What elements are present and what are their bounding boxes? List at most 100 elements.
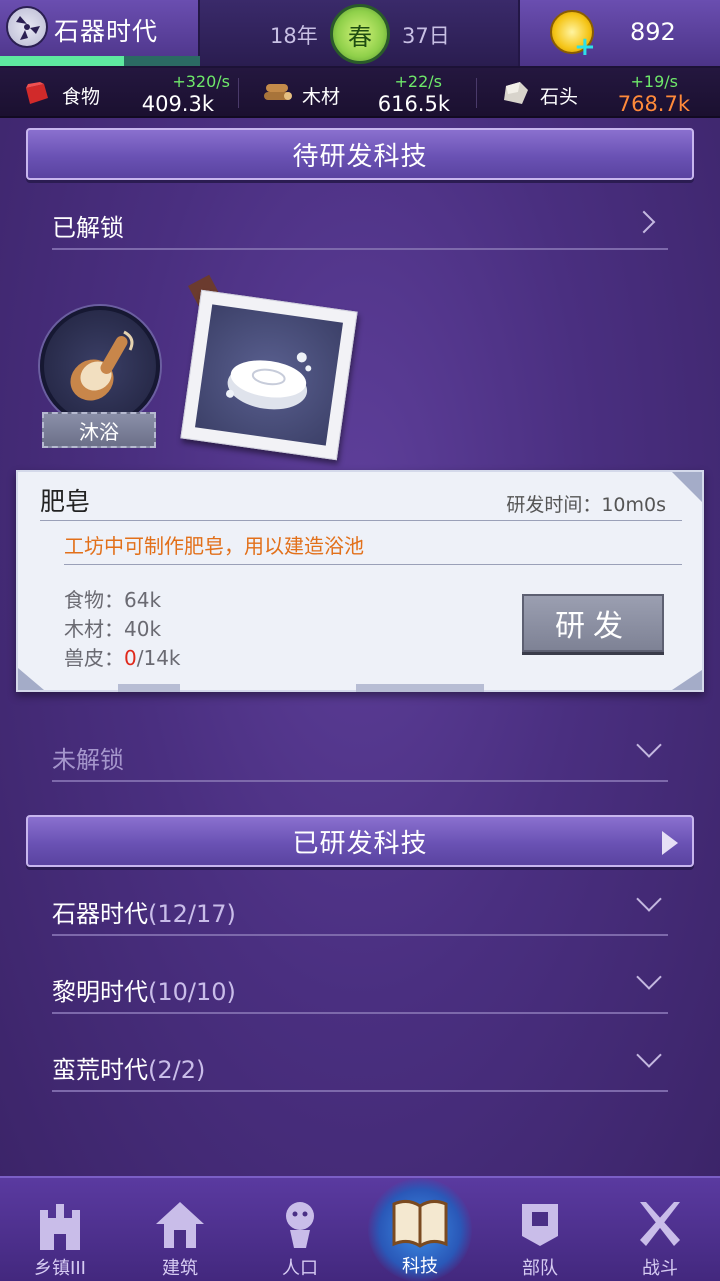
researched-tech-title: 已研发科技	[292, 828, 428, 859]
pending-tech-header[interactable]: 待研发科技	[26, 128, 694, 180]
divider	[40, 520, 682, 521]
cost-value: 40k	[124, 617, 162, 641]
divider	[64, 564, 682, 565]
resource-amount: 409.3k	[141, 92, 214, 116]
year-label: 18年	[270, 24, 318, 48]
castle-icon	[40, 1204, 80, 1250]
resource-stone[interactable]: 石头 +19/s 768.7k	[500, 68, 700, 118]
tech-detail-card: 肥皂 研发时间：10m0s 工坊中可制作肥皂，用以建造浴池 食物：64k 木材：…	[16, 470, 704, 692]
tech-photo-soap[interactable]	[180, 289, 358, 461]
resource-rate: +19/s	[630, 72, 679, 91]
resource-food[interactable]: 食物 +320/s 409.3k	[22, 68, 230, 118]
card-corner	[672, 472, 702, 502]
photo-frame	[195, 304, 343, 446]
chevron-right-icon	[632, 210, 656, 234]
resource-name: 食物	[62, 86, 101, 108]
chevron-down-icon	[636, 964, 662, 990]
era-row-name: 黎明时代	[52, 978, 148, 1006]
chevron-down-icon	[636, 886, 662, 912]
era-row-wild-age[interactable]: 蛮荒时代(2/2)	[52, 1042, 668, 1092]
cost-label: 食物：	[64, 588, 124, 612]
nav-label: 建筑	[162, 1258, 198, 1279]
era-progress-fill	[0, 56, 124, 66]
tech-description: 工坊中可制作肥皂，用以建造浴池	[64, 534, 364, 558]
era-row-count: (2/2)	[148, 1056, 206, 1084]
coin-count: 892	[630, 18, 676, 46]
meat-icon	[26, 82, 48, 104]
crossed-swords-icon	[640, 1202, 680, 1246]
locked-row[interactable]: 未解锁	[52, 732, 668, 782]
researched-tech-header[interactable]: 已研发科技	[26, 815, 694, 867]
stone-icon	[504, 82, 528, 104]
cost-label: 木材：	[64, 617, 124, 641]
chevron-down-icon	[636, 732, 662, 758]
tech-node-label: 沐浴	[42, 412, 156, 448]
divider	[476, 78, 477, 108]
resource-rate: +22/s	[394, 72, 443, 91]
triangle-right-icon	[662, 831, 678, 855]
resource-name: 石头	[540, 86, 579, 108]
add-coins-icon[interactable]: +	[574, 32, 596, 62]
era-row-label: 黎明时代(10/10)	[52, 972, 236, 1007]
cost-food: 食物：64k	[64, 584, 161, 613]
tech-title: 肥皂	[40, 487, 91, 516]
era-row-dawn-age[interactable]: 黎明时代(10/10)	[52, 964, 668, 1014]
locked-label: 未解锁	[52, 746, 124, 774]
nav-battle[interactable]: 战斗	[600, 1178, 720, 1281]
research-time: 研发时间：10m0s	[506, 494, 666, 516]
resource-amount: 616.5k	[377, 92, 450, 116]
card-corner	[672, 670, 702, 690]
person-icon	[286, 1202, 314, 1248]
chevron-down-icon	[636, 1042, 662, 1068]
cost-wood: 木材：40k	[64, 613, 161, 642]
cost-current: 0	[124, 646, 137, 670]
card-corner	[18, 668, 44, 690]
nav-technology[interactable]: 科技	[360, 1176, 480, 1281]
nav-label: 乡镇III	[34, 1258, 86, 1279]
resource-bar: 食物 +320/s 409.3k 木材 +22/s 616.5k 石头 +19/…	[0, 68, 720, 118]
tech-node-bath[interactable]	[40, 306, 160, 426]
nav-troops[interactable]: 部队	[480, 1178, 600, 1281]
nav-buildings[interactable]: 建筑	[120, 1178, 240, 1281]
house-icon	[156, 1202, 204, 1248]
soap-icon	[226, 352, 312, 410]
season-badge: 春	[330, 4, 390, 64]
nav-label: 战斗	[642, 1258, 678, 1279]
era-emblem-icon[interactable]	[6, 6, 48, 48]
cost-label: 兽皮：	[64, 646, 124, 670]
bath-brush-icon	[70, 330, 134, 401]
divider	[238, 78, 239, 108]
coin-panel[interactable]: + 892	[518, 0, 720, 66]
resource-rate: +320/s	[172, 72, 230, 91]
resource-wood[interactable]: 木材 +22/s 616.5k	[262, 68, 462, 118]
era-row-stone-age[interactable]: 石器时代(12/17)	[52, 886, 668, 936]
era-row-count: (10/10)	[148, 978, 236, 1006]
cost-hide: 兽皮：0/14k	[64, 642, 181, 671]
era-row-name: 蛮荒时代	[52, 1056, 148, 1084]
cost-value: 64k	[124, 588, 162, 612]
unlocked-row[interactable]: 已解锁	[52, 200, 668, 250]
calendar: 18年 春 37日	[200, 0, 518, 66]
unlocked-label: 已解锁	[52, 214, 124, 242]
resource-amount: 768.7k	[617, 92, 690, 116]
era-row-label: 石器时代(12/17)	[52, 894, 236, 929]
pending-tech-title: 待研发科技	[292, 141, 428, 172]
nav-town[interactable]: 乡镇III	[0, 1178, 120, 1281]
era-row-name: 石器时代	[52, 900, 148, 928]
banner-icon	[522, 1204, 558, 1246]
resource-name: 木材	[302, 86, 341, 108]
era-panel[interactable]: 石器时代	[0, 0, 200, 66]
nav-label: 人口	[282, 1258, 318, 1279]
era-row-count: (12/17)	[148, 900, 236, 928]
era-row-label: 蛮荒时代(2/2)	[52, 1050, 205, 1085]
day-label: 37日	[402, 24, 450, 48]
nav-population[interactable]: 人口	[240, 1178, 360, 1281]
nav-label: 部队	[522, 1258, 558, 1279]
book-icon	[392, 1199, 448, 1248]
research-button[interactable]: 研发	[522, 594, 664, 652]
card-tab-decoration	[118, 684, 180, 692]
wood-icon	[264, 84, 292, 100]
nav-label: 科技	[402, 1256, 438, 1277]
card-tab-decoration	[356, 684, 484, 692]
era-name: 石器时代	[54, 17, 159, 46]
